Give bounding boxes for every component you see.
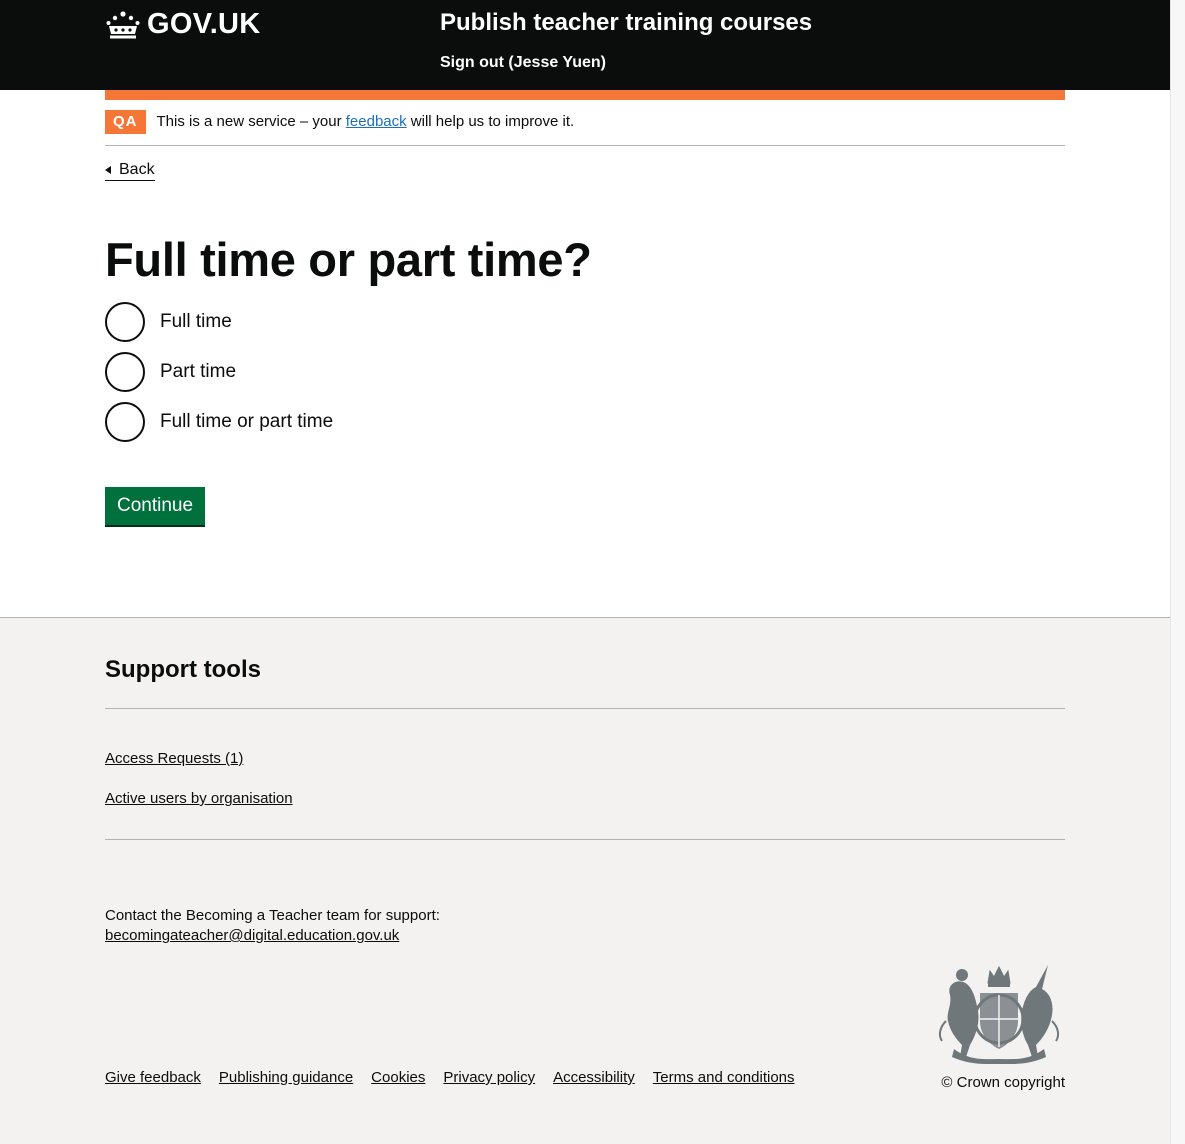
radio-label[interactable]: Full time or part time <box>160 411 333 433</box>
accessibility-link[interactable]: Accessibility <box>553 1069 635 1086</box>
continue-button[interactable]: Continue <box>105 487 206 525</box>
phase-banner-text: This is a new service – your feedback wi… <box>157 110 575 134</box>
radio-button[interactable] <box>105 302 145 342</box>
contact-text: Contact the Becoming a Teacher team for … <box>105 907 440 924</box>
cookies-link[interactable]: Cookies <box>371 1069 425 1086</box>
service-name-link[interactable]: Publish teacher training courses <box>440 9 812 37</box>
environment-accent-bar <box>105 90 1065 100</box>
footer-meta-links: Give feedback Publishing guidance Cookie… <box>105 1069 813 1086</box>
radio-part-time[interactable]: Part time <box>105 352 236 392</box>
radio-label[interactable]: Full time <box>160 311 232 333</box>
support-tools-heading: Support tools <box>105 656 261 683</box>
back-link[interactable]: Back <box>105 160 155 181</box>
page-scrollbar-gutter <box>1170 0 1185 1144</box>
radio-full-time[interactable]: Full time <box>105 302 232 342</box>
radio-full-or-part-time[interactable]: Full time or part time <box>105 402 333 442</box>
radio-button[interactable] <box>105 352 145 392</box>
site-header: GOV.UK Publish teacher training courses … <box>0 0 1170 90</box>
site-footer: Support tools Access Requests (1) Active… <box>0 617 1170 1144</box>
page-title: Full time or part time? <box>105 233 592 286</box>
privacy-policy-link[interactable]: Privacy policy <box>443 1069 535 1086</box>
give-feedback-link[interactable]: Give feedback <box>105 1069 201 1086</box>
radio-button[interactable] <box>105 402 145 442</box>
feedback-link[interactable]: feedback <box>346 113 407 130</box>
govuk-logo-link[interactable]: GOV.UK <box>105 8 261 41</box>
contact-email-link[interactable]: becomingateacher@digital.education.gov.u… <box>105 927 399 944</box>
sign-out-link[interactable]: Sign out (Jesse Yuen) <box>440 54 606 72</box>
phase-banner: QA This is a new service – your feedback… <box>105 110 1065 146</box>
access-requests-link[interactable]: Access Requests (1) <box>105 750 243 767</box>
footer-divider <box>105 839 1065 840</box>
crown-icon <box>106 10 140 38</box>
govuk-logo-text: GOV.UK <box>147 8 261 40</box>
phase-text-before: This is a new service – your <box>156 113 346 130</box>
terms-and-conditions-link[interactable]: Terms and conditions <box>653 1069 795 1086</box>
radio-label[interactable]: Part time <box>160 361 236 383</box>
publishing-guidance-link[interactable]: Publishing guidance <box>219 1069 353 1086</box>
footer-divider <box>105 708 1065 709</box>
royal-coat-of-arms-icon <box>938 965 1060 1064</box>
active-users-link[interactable]: Active users by organisation <box>105 790 293 807</box>
phase-tag: QA <box>105 110 146 134</box>
support-contact: Contact the Becoming a Teacher team for … <box>105 906 440 946</box>
crown-copyright-link[interactable]: © Crown copyright <box>941 1074 1065 1091</box>
phase-text-after: will help us to improve it. <box>406 113 575 130</box>
